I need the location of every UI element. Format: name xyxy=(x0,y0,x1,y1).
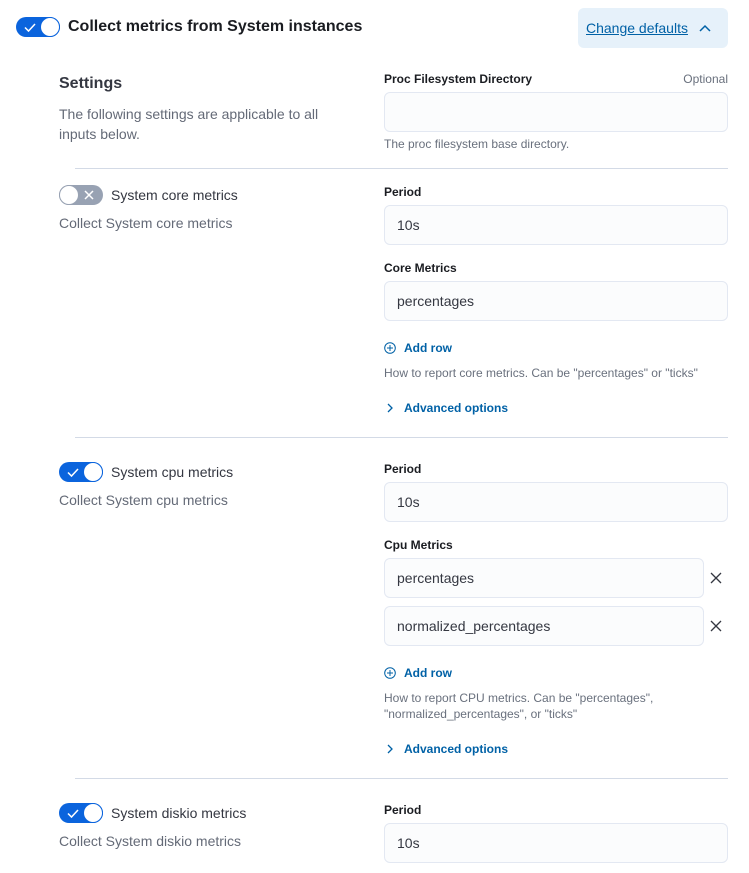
proc-fs-input[interactable] xyxy=(384,92,728,132)
diskio-period-input[interactable]: 10s xyxy=(384,823,728,863)
cpu-metrics-label: Cpu Metrics xyxy=(384,538,453,552)
proc-fs-help: The proc filesystem base directory. xyxy=(384,137,570,151)
advanced-options-label: Advanced options xyxy=(404,742,509,756)
chevron-right-icon xyxy=(387,403,393,413)
cpu-add-row-button[interactable]: Add row xyxy=(384,666,452,680)
check-icon xyxy=(24,23,36,33)
core-metrics-description: Collect System core metrics xyxy=(59,215,233,231)
check-icon xyxy=(67,468,79,478)
check-icon xyxy=(67,809,79,819)
cpu-advanced-options-button[interactable]: Advanced options xyxy=(384,742,508,756)
cpu-period-label: Period xyxy=(384,462,422,476)
switch-knob xyxy=(59,185,79,205)
switch-knob xyxy=(83,803,103,823)
add-row-label: Add row xyxy=(404,666,452,680)
diskio-period-label: Period xyxy=(384,803,422,817)
settings-description: The following settings are applicable to… xyxy=(59,106,319,142)
core-period-label: Period xyxy=(384,185,422,199)
core-metrics-toggle[interactable] xyxy=(59,185,103,205)
core-metrics-label: Core Metrics xyxy=(384,261,457,275)
cpu-metrics-help-line2: "normalized_percentages", or "ticks" xyxy=(384,707,578,721)
cpu-metrics-input[interactable]: percentages xyxy=(384,558,704,598)
cpu-metrics-input[interactable]: normalized_percentages xyxy=(384,606,704,646)
advanced-options-label: Advanced options xyxy=(404,401,509,415)
core-period-input[interactable]: 10s xyxy=(384,205,728,245)
diskio-metrics-title: System diskio metrics xyxy=(111,805,247,821)
optional-label: Optional xyxy=(683,72,728,86)
integration-title: Collect metrics from System instances xyxy=(68,18,363,35)
core-advanced-options-button[interactable]: Advanced options xyxy=(384,401,508,415)
section-divider xyxy=(75,778,728,779)
remove-row-icon[interactable] xyxy=(708,618,724,634)
plus-circle-icon xyxy=(384,667,396,679)
cross-icon xyxy=(84,190,94,200)
main-toggle-switch[interactable] xyxy=(16,17,60,37)
cpu-metrics-title: System cpu metrics xyxy=(111,464,234,480)
section-divider xyxy=(75,437,728,438)
core-metrics-title: System core metrics xyxy=(111,187,238,203)
proc-fs-label: Proc Filesystem Directory xyxy=(384,72,533,86)
plus-circle-icon xyxy=(384,342,396,354)
settings-heading: Settings xyxy=(59,75,123,92)
core-metrics-help: How to report core metrics. Can be "perc… xyxy=(384,366,698,380)
add-row-label: Add row xyxy=(404,341,452,355)
chevron-right-icon xyxy=(387,744,393,754)
change-defaults-label: Change defaults xyxy=(586,20,688,36)
diskio-metrics-description: Collect System diskio metrics xyxy=(59,833,242,849)
diskio-metrics-toggle[interactable] xyxy=(59,803,103,823)
cpu-metrics-description: Collect System cpu metrics xyxy=(59,492,228,508)
core-metrics-input[interactable]: percentages xyxy=(384,281,728,321)
cpu-period-input[interactable]: 10s xyxy=(384,482,728,522)
switch-knob xyxy=(83,462,103,482)
remove-row-icon[interactable] xyxy=(708,570,724,586)
switch-knob xyxy=(40,17,60,37)
chevron-up-icon xyxy=(699,24,711,32)
core-add-row-button[interactable]: Add row xyxy=(384,341,452,355)
change-defaults-button[interactable]: Change defaults xyxy=(578,8,728,48)
section-divider xyxy=(75,168,728,169)
cpu-metrics-toggle[interactable] xyxy=(59,462,103,482)
cpu-metrics-help-line1: How to report CPU metrics. Can be "perce… xyxy=(384,691,654,705)
